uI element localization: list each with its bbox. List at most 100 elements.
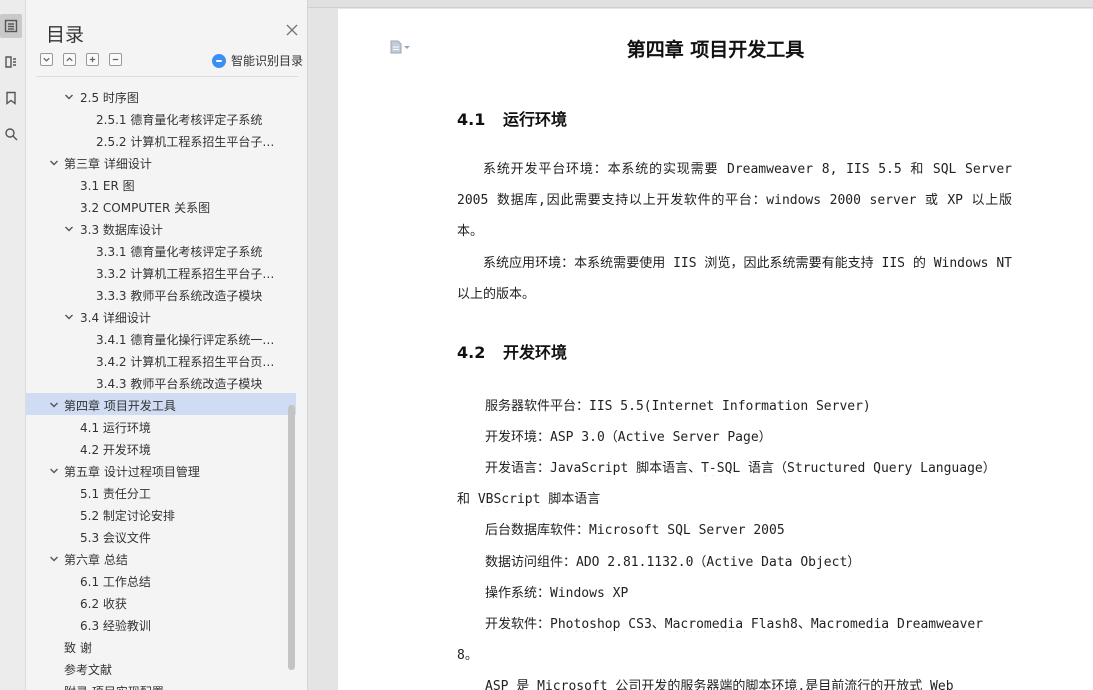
chevron-down-icon[interactable] — [49, 157, 59, 167]
spellcheck-word: VBScript — [477, 492, 541, 507]
toc-item-label: 第六章 总结 — [64, 553, 128, 567]
toc-item-label: 6.2 收获 — [80, 597, 127, 611]
text-line[interactable]: 数据访问组件：ADO 2.81.1132.0（Active Data Objec… — [457, 551, 1012, 570]
toc-item[interactable]: 第五章 设计过程项目管理 — [26, 459, 296, 481]
toc-item[interactable]: 3.4.3 教师平台系统改造子模块 — [26, 371, 296, 393]
toc-item-label: 第四章 项目开发工具 — [64, 399, 176, 413]
toc-item[interactable]: 3.2 COMPUTER 关系图 — [26, 195, 296, 217]
toc-item-label: 6.1 工作总结 — [80, 575, 151, 589]
text-run — [889, 617, 897, 632]
add-heading-icon[interactable] — [86, 53, 99, 66]
bookmark-icon[interactable] — [0, 86, 22, 110]
text-line[interactable]: 和 VBScript 脚本语言 — [457, 488, 1012, 507]
toc-item[interactable]: 第六章 总结 — [26, 547, 296, 569]
toc-item[interactable]: 第四章 项目开发工具 — [26, 393, 296, 415]
toc-item[interactable]: 4.2 开发环境 — [26, 437, 296, 459]
text-run: 开发语言：JavaScript 脚本语言、 — [485, 461, 702, 476]
toc-item[interactable]: 5.1 责任分工 — [26, 481, 296, 503]
side-rail — [0, 0, 26, 690]
text-line[interactable]: 开发环境：ASP 3.0（Active Server Page） — [457, 426, 1012, 445]
text-line[interactable]: 开发软件：Photoshop CS3、Macromedia Flash8、Mac… — [457, 613, 1012, 632]
section-heading-4-1: 4.1 运行环境 — [457, 106, 567, 130]
toc-item[interactable]: 5.3 会议文件 — [26, 525, 296, 547]
toc-item-label: 3.4.3 教师平台系统改造子模块 — [96, 377, 263, 391]
toc-item[interactable]: 3.3.3 教师平台系统改造子模块 — [26, 283, 296, 305]
toc-item-label: 6.3 经验教训 — [80, 619, 151, 633]
toc-item-label: 3.3 数据库设计 — [80, 223, 163, 237]
toc-item[interactable]: 3.3.2 计算机工程系招生平台子系统 — [26, 261, 296, 283]
paragraph[interactable]: 系统应用环境：本系统需要使用 IIS 浏览，因此系统需要有能支持 IIS 的 W… — [457, 248, 1012, 310]
toc-item[interactable]: 3.1 ER 图 — [26, 173, 296, 195]
text-line[interactable]: 8。 — [457, 644, 1012, 663]
chevron-down-icon[interactable] — [49, 553, 59, 563]
toc-item[interactable]: 2.5.1 德育量化考核评定子系统 — [26, 107, 296, 129]
toc-title: 目录 — [46, 24, 85, 46]
text-run: Flash8、 — [743, 617, 811, 632]
toc-item-label: 3.4 详细设计 — [80, 311, 151, 325]
chevron-down-icon[interactable] — [49, 399, 59, 409]
smart-toc-label: 智能识别目录 — [231, 54, 304, 68]
toc-item[interactable]: 5.2 制定讨论安排 — [26, 503, 296, 525]
chevron-down-icon[interactable] — [64, 91, 74, 101]
search-icon[interactable] — [0, 122, 22, 146]
toc-item-label: 附录 项目实现配置 — [64, 683, 164, 690]
text-line[interactable]: 开发语言：JavaScript 脚本语言、T-SQL 语言（Structured… — [457, 457, 1012, 476]
toc-item[interactable]: 3.3.1 德育量化考核评定子系统 — [26, 239, 296, 261]
close-icon[interactable] — [284, 22, 300, 38]
toc-item[interactable]: 3.4.1 德育量化操行评定系统一览表 — [26, 327, 296, 349]
chapter-nav-icon[interactable] — [0, 50, 22, 74]
toc-item[interactable]: 3.4.2 计算机工程系招生平台页面设计 — [26, 349, 296, 371]
smart-toc-button[interactable]: 智能识别目录 — [212, 52, 303, 69]
toc-item-label: 2.5.2 计算机工程系招生平台子系统 — [96, 135, 276, 149]
text-line[interactable]: 服务器软件平台：IIS 5.5(Internet Information Ser… — [457, 395, 1012, 414]
toc-scrollbar[interactable] — [288, 405, 295, 670]
text-line[interactable]: 操作系统：Windows XP — [457, 582, 1012, 601]
toc-item[interactable]: 附录 项目实现配置 — [26, 679, 296, 690]
toc-controls — [40, 53, 122, 66]
toc-item-label: 5.1 责任分工 — [80, 487, 151, 501]
toc-item-label: 3.3.1 德育量化考核评定子系统 — [96, 245, 263, 259]
top-ruler — [308, 0, 1093, 8]
toc-item-label: 3.2 COMPUTER 关系图 — [80, 201, 211, 215]
toc-item[interactable]: 4.1 运行环境 — [26, 415, 296, 437]
toc-item-label: 5.3 会议文件 — [80, 531, 151, 545]
chapter-title: 第四章 项目开发工具 — [626, 39, 805, 61]
text-run: 语言（Structured Query Language） — [740, 461, 996, 476]
toc-item[interactable]: 6.2 收获 — [26, 591, 296, 613]
toc-item[interactable]: 致 谢 — [26, 635, 296, 657]
toc-icon[interactable] — [0, 14, 22, 38]
spellcheck-word: Macromedia — [810, 617, 890, 632]
toc-item-label: 5.2 制定讨论安排 — [80, 509, 175, 523]
section-number: 4.1 — [457, 110, 486, 129]
page-gutter — [308, 0, 338, 690]
remove-heading-icon[interactable] — [109, 53, 122, 66]
text-run: CS3、 — [620, 617, 665, 632]
toc-item[interactable]: 第三章 详细设计 — [26, 151, 296, 173]
toc-item[interactable]: 3.3 数据库设计 — [26, 217, 296, 239]
spellcheck-word: Dreamweaver — [896, 617, 984, 632]
text-run: 和 — [457, 492, 478, 507]
toc-item[interactable]: 6.1 工作总结 — [26, 569, 296, 591]
paragraph[interactable]: 系统开发平台环境：本系统的实现需要 Dreamweaver 8, IIS 5.5… — [457, 154, 1012, 247]
toc-item[interactable]: 3.4 详细设计 — [26, 305, 296, 327]
chevron-down-icon[interactable] — [64, 311, 74, 321]
toc-item[interactable]: 6.3 经验教训 — [26, 613, 296, 635]
toc-item[interactable]: 2.5 时序图 — [26, 85, 296, 107]
toc-list: 2.5 时序图 2.5.1 德育量化考核评定子系统 2.5.2 计算机工程系招生平台… — [26, 85, 296, 690]
toc-item-label: 3.1 ER 图 — [80, 179, 135, 193]
toc-item-label: 致 谢 — [64, 641, 92, 655]
section-heading-4-2: 4.2 开发环境 — [457, 339, 567, 363]
toc-item-label: 第五章 设计过程项目管理 — [64, 465, 200, 479]
expand-all-icon[interactable] — [40, 53, 53, 66]
section-title: 开发环境 — [503, 343, 568, 362]
collapse-all-icon[interactable] — [63, 53, 76, 66]
toc-item-label: 3.3.2 计算机工程系招生平台子系统 — [96, 267, 276, 281]
toc-item-label: 4.2 开发环境 — [80, 443, 151, 457]
spellcheck-word: T-SQL — [701, 461, 741, 476]
toc-item[interactable]: 2.5.2 计算机工程系招生平台子系统 — [26, 129, 296, 151]
text-line[interactable]: 后台数据库软件：Microsoft SQL Server 2005 — [457, 519, 1012, 538]
chevron-down-icon[interactable] — [49, 465, 59, 475]
toc-item[interactable]: 参考文献 — [26, 657, 296, 679]
chevron-down-icon[interactable] — [64, 223, 74, 233]
text-line[interactable]: ASP 是 Microsoft 公司开发的服务器端的脚本环境,是目前流行的开放式… — [457, 675, 1012, 690]
